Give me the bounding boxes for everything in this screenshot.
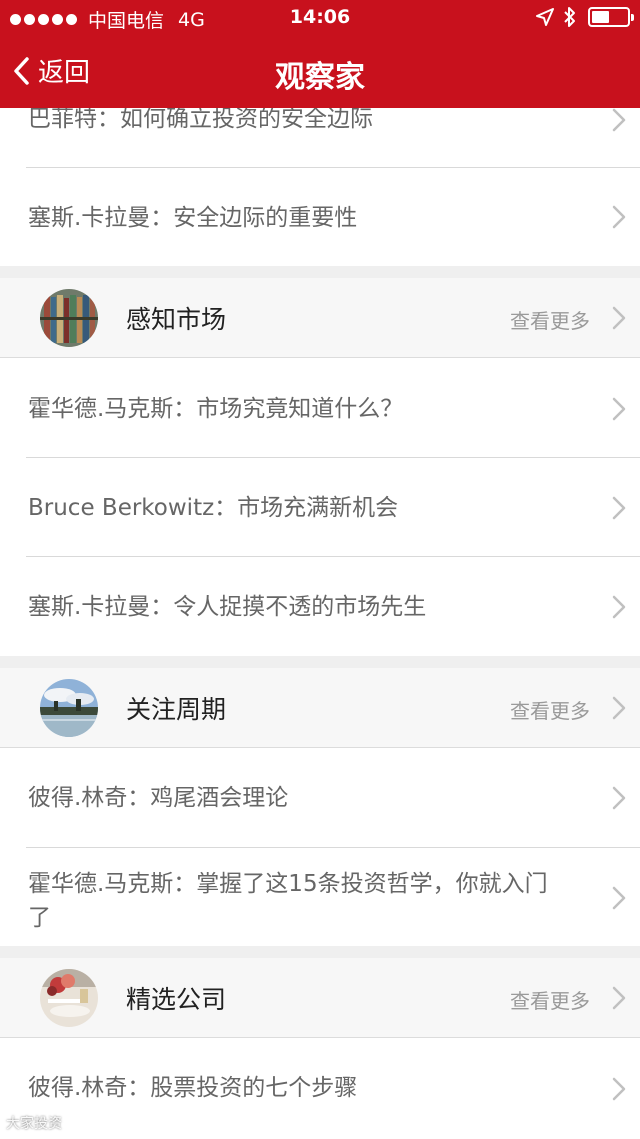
nav-bar: 返回 观察家 bbox=[0, 38, 640, 108]
app-header: 中国电信 4G 14:06 返回 观察家 bbox=[0, 0, 640, 108]
list-item-text: 霍华德.马克斯：市场究竟知道什么？ bbox=[28, 396, 404, 422]
chevron-right-icon bbox=[612, 306, 626, 330]
chevron-right-icon bbox=[612, 397, 626, 421]
section-title: 感知市场 bbox=[126, 305, 227, 334]
section-avatar bbox=[40, 289, 98, 347]
battery-icon bbox=[588, 7, 634, 27]
section-header[interactable]: 关注周期 查看更多 bbox=[0, 668, 640, 748]
view-more-link[interactable]: 查看更多 bbox=[510, 695, 590, 724]
list-item[interactable]: Bruce Berkowitz：市场充满新机会 bbox=[0, 458, 640, 556]
section-avatar bbox=[40, 969, 98, 1027]
list-item[interactable]: 塞斯.卡拉曼：安全边际的重要性 bbox=[0, 168, 640, 266]
view-more-link[interactable]: 查看更多 bbox=[510, 305, 590, 334]
section-title: 关注周期 bbox=[126, 695, 227, 724]
list-item-text: 彼得.林奇：股票投资的七个步骤 bbox=[28, 1075, 358, 1101]
location-icon bbox=[536, 8, 554, 26]
section-avatar bbox=[40, 679, 98, 737]
section-header[interactable]: 精选公司 查看更多 bbox=[0, 958, 640, 1038]
chevron-right-icon bbox=[612, 696, 626, 720]
section-gap bbox=[0, 946, 640, 958]
list-item-text: Bruce Berkowitz：市场充满新机会 bbox=[28, 495, 399, 521]
list-item[interactable]: 霍华德.马克斯：掌握了这15条投资哲学，你就入门了 bbox=[0, 848, 640, 946]
chevron-right-icon bbox=[612, 595, 626, 619]
chevron-right-icon bbox=[612, 496, 626, 520]
chevron-right-icon bbox=[612, 786, 626, 810]
bluetooth-icon bbox=[564, 7, 575, 27]
chevron-right-icon bbox=[612, 886, 626, 910]
chevron-right-icon bbox=[612, 205, 626, 229]
chevron-right-icon bbox=[612, 108, 626, 132]
list-item[interactable]: 彼得.林奇：鸡尾酒会理论 bbox=[0, 749, 640, 847]
chevron-right-icon bbox=[612, 1077, 626, 1101]
list-item-text: 彼得.林奇：鸡尾酒会理论 bbox=[28, 785, 289, 811]
chevron-right-icon bbox=[612, 986, 626, 1010]
section-header[interactable]: 感知市场 查看更多 bbox=[0, 278, 640, 358]
section-gap bbox=[0, 266, 640, 278]
page-title: 观察家 bbox=[275, 60, 365, 95]
view-more-link[interactable]: 查看更多 bbox=[510, 985, 590, 1014]
list-item-text: 塞斯.卡拉曼：令人捉摸不透的市场先生 bbox=[28, 594, 427, 620]
list-item[interactable]: 塞斯.卡拉曼：令人捉摸不透的市场先生 bbox=[0, 557, 640, 656]
list-item[interactable]: 霍华德.马克斯：市场究竟知道什么？ bbox=[0, 359, 640, 457]
watermark: 大家投资 bbox=[6, 1116, 62, 1132]
list-item[interactable]: 彼得.林奇：股票投资的七个步骤 bbox=[0, 1039, 640, 1139]
section-gap bbox=[0, 656, 640, 668]
list-item-text: 霍华德.马克斯：掌握了这15条投资哲学，你就入门了 bbox=[28, 871, 548, 931]
section-title: 精选公司 bbox=[126, 985, 227, 1014]
status-bar: 中国电信 4G 14:06 bbox=[0, 0, 640, 38]
list-item-text: 塞斯.卡拉曼：安全边际的重要性 bbox=[28, 205, 358, 231]
